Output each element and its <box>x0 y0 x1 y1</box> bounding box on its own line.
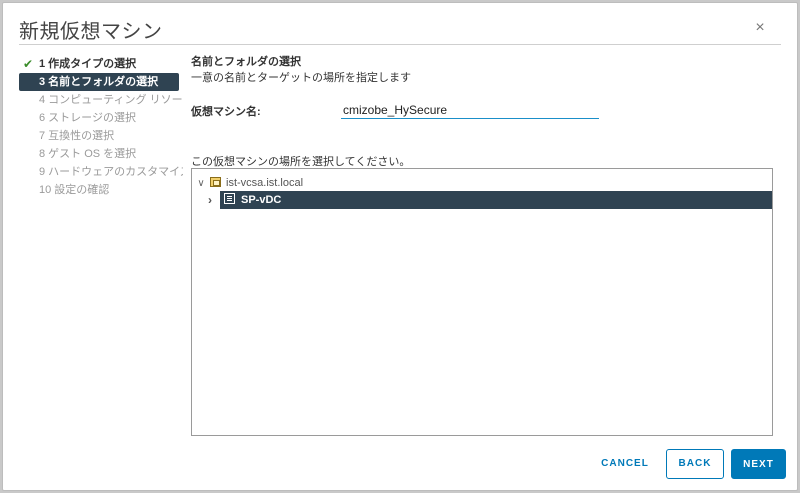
step-1-create-type[interactable]: ✔ 1 作成タイプの選択 <box>23 55 183 73</box>
step-7-compatibility: 7 互換性の選択 <box>23 127 183 145</box>
folder-tree: ∨ ist-vcsa.ist.local › SP-vDC <box>191 168 773 436</box>
tree-node-label: ist-vcsa.ist.local <box>226 177 304 189</box>
cancel-button[interactable]: CANCEL <box>599 449 651 479</box>
step-label: 9 ハードウェアのカスタマイズ <box>39 166 183 178</box>
step-8-guest-os: 8 ゲスト OS を選択 <box>23 145 183 163</box>
section-description: 一意の名前とターゲットの場所を指定します <box>191 72 411 84</box>
vm-name-input[interactable] <box>341 101 599 119</box>
expand-chevron-icon[interactable]: ∨ <box>196 175 206 193</box>
title-divider <box>19 44 781 45</box>
datacenter-icon <box>224 193 235 204</box>
tree-node-label: SP-vDC <box>241 194 282 206</box>
location-label: この仮想マシンの場所を選択してください。 <box>191 156 411 168</box>
dialog-title: 新規仮想マシン <box>19 19 163 43</box>
close-icon[interactable]: × <box>753 20 767 36</box>
tree-node-vcenter[interactable]: ∨ ist-vcsa.ist.local <box>196 174 303 192</box>
vcenter-icon <box>210 177 221 187</box>
step-label: 10 設定の確認 <box>39 184 110 196</box>
step-6-storage: 6 ストレージの選択 <box>23 109 183 127</box>
back-button[interactable]: BACK <box>666 449 724 479</box>
vm-name-label: 仮想マシン名: <box>191 106 261 118</box>
step-3-name-folder[interactable]: 3 名前とフォルダの選択 <box>19 73 179 91</box>
section-title: 名前とフォルダの選択 <box>191 56 301 68</box>
step-label: 6 ストレージの選択 <box>39 112 136 124</box>
step-10-review: 10 設定の確認 <box>23 181 183 199</box>
check-icon: ✔ <box>23 57 34 71</box>
step-4-compute-resource: 4 コンピューティング リソー... <box>23 91 183 109</box>
tree-node-datacenter[interactable]: › SP-vDC <box>208 191 772 209</box>
vm-name-row: 仮想マシン名: <box>191 101 775 123</box>
step-label: 4 コンピューティング リソー... <box>39 94 183 106</box>
wizard-steps: ✔ 1 作成タイプの選択 3 名前とフォルダの選択 4 コンピューティング リソ… <box>19 55 183 199</box>
collapse-chevron-icon[interactable]: › <box>208 191 212 209</box>
step-label: 1 作成タイプの選択 <box>39 58 137 70</box>
step-content: 名前とフォルダの選択 一意の名前とターゲットの場所を指定します 仮想マシン名: … <box>191 55 775 436</box>
step-label: 8 ゲスト OS を選択 <box>39 148 137 160</box>
new-vm-dialog: 新規仮想マシン × ✔ 1 作成タイプの選択 3 名前とフォルダの選択 4 コン… <box>2 2 798 491</box>
step-9-customize-hardware: 9 ハードウェアのカスタマイズ <box>23 163 183 181</box>
step-label: 7 互換性の選択 <box>39 130 115 142</box>
next-button[interactable]: NEXT <box>731 449 786 479</box>
step-label: 3 名前とフォルダの選択 <box>39 76 159 88</box>
